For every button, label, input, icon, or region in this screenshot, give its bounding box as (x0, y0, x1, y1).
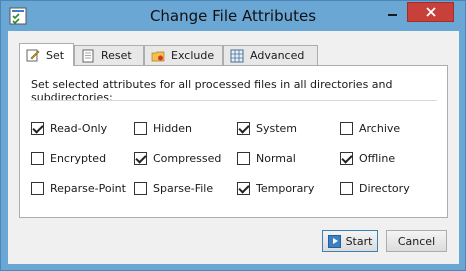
grid-icon (230, 49, 244, 63)
checkbox-box[interactable] (340, 182, 353, 195)
set-tab-panel: Set selected attributes for all processe… (19, 65, 448, 218)
checkbox-box[interactable] (237, 182, 250, 195)
tab-reset[interactable]: Reset (74, 45, 144, 65)
folder-icon (151, 49, 165, 63)
checkbox-box[interactable] (31, 152, 44, 165)
checkbox-sparse-file[interactable]: Sparse-File (134, 182, 213, 195)
start-button-label: Start (345, 234, 373, 248)
checkbox-box[interactable] (134, 182, 147, 195)
cancel-button-label: Cancel (397, 234, 436, 248)
checkbox-box[interactable] (340, 152, 353, 165)
checkbox-hidden[interactable]: Hidden (134, 122, 192, 135)
checkbox-system[interactable]: System (237, 122, 297, 135)
tab-set[interactable]: Set (19, 43, 74, 66)
pencil-notepad-icon (26, 48, 40, 62)
checkbox-reparse-point[interactable]: Reparse-Point (31, 182, 126, 195)
checkbox-label: Offline (359, 152, 396, 165)
checkbox-box[interactable] (237, 122, 250, 135)
checkbox-directory[interactable]: Directory (340, 182, 410, 195)
document-icon (81, 49, 95, 63)
tab-advanced[interactable]: Advanced (223, 45, 318, 65)
checkbox-label: Reparse-Point (50, 182, 126, 195)
tab-reset-label: Reset (101, 49, 132, 62)
checkbox-label: Read-Only (50, 122, 108, 135)
play-icon (327, 234, 341, 248)
divider (31, 100, 437, 101)
checkbox-label: Sparse-File (153, 182, 214, 195)
minimize-button[interactable] (379, 2, 405, 22)
title-bar[interactable]: Change File Attributes (1, 1, 465, 31)
checkbox-label: Archive (359, 122, 401, 135)
cancel-button[interactable]: Cancel (386, 230, 447, 252)
close-button[interactable] (407, 2, 454, 22)
checkbox-label: System (256, 122, 298, 135)
dialog-body: Set Reset Exclude Advanced Set selected … (8, 31, 459, 264)
checkbox-label: Encrypted (50, 152, 107, 165)
checkbox-label: Normal (256, 152, 296, 165)
checkbox-box[interactable] (340, 122, 353, 135)
close-icon (425, 7, 436, 17)
checkbox-box[interactable] (134, 122, 147, 135)
checkbox-box[interactable] (31, 122, 44, 135)
minimize-icon (387, 14, 397, 16)
checkbox-label: Directory (359, 182, 410, 195)
tab-exclude-label: Exclude (171, 49, 215, 62)
tab-set-label: Set (46, 48, 65, 62)
tab-exclude[interactable]: Exclude (144, 45, 223, 65)
checkbox-box[interactable] (31, 182, 44, 195)
checkbox-normal[interactable]: Normal (237, 152, 296, 165)
checkbox-archive[interactable]: Archive (340, 122, 400, 135)
checkbox-label: Hidden (153, 122, 193, 135)
checkbox-box[interactable] (134, 152, 147, 165)
checkbox-temporary[interactable]: Temporary (237, 182, 314, 195)
checkbox-label: Compressed (153, 152, 222, 165)
dialog-window: Change File Attributes Set Reset Exclude… (0, 0, 466, 271)
checkbox-read-only[interactable]: Read-Only (31, 122, 107, 135)
checkbox-compressed[interactable]: Compressed (134, 152, 221, 165)
tab-advanced-label: Advanced (250, 49, 305, 62)
start-button[interactable]: Start (322, 230, 378, 252)
checkbox-label: Temporary (256, 182, 315, 195)
checkbox-box[interactable] (237, 152, 250, 165)
checkbox-offline[interactable]: Offline (340, 152, 395, 165)
checkbox-encrypted[interactable]: Encrypted (31, 152, 106, 165)
